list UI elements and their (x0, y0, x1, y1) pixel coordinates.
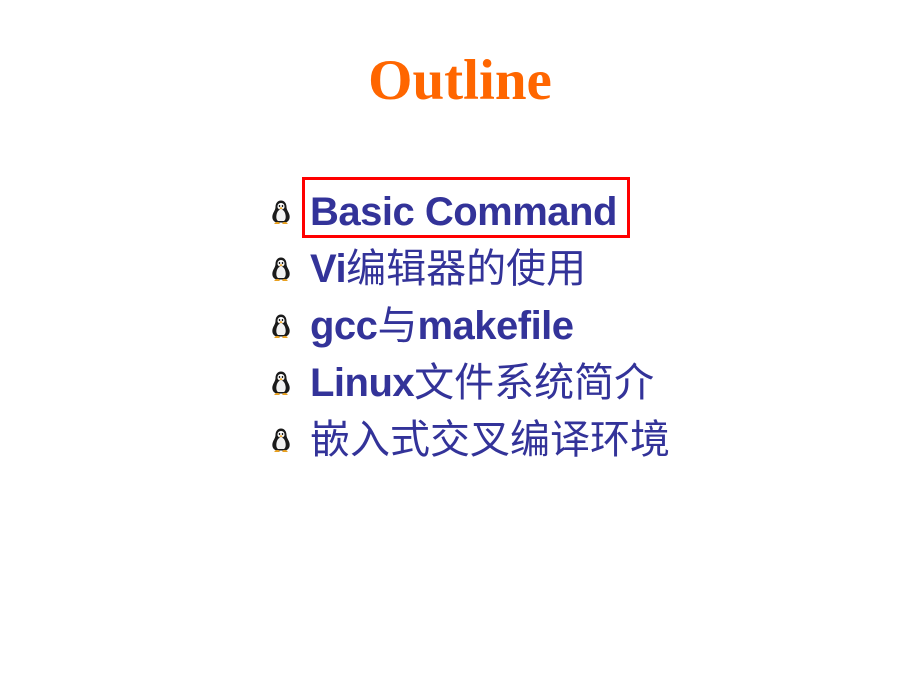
outline-item-label: 嵌入式交叉编译环境 (310, 418, 670, 462)
label-latin-prefix: gcc (310, 303, 378, 348)
outline-item-linux-filesystem[interactable]: Linux文件系统简介 (268, 354, 908, 411)
label-latin-prefix: Basic Command (310, 189, 617, 234)
linux-penguin-icon (270, 313, 292, 338)
outline-item-basic-command[interactable]: Basic Command (268, 183, 908, 240)
label-latin-prefix: Vi (310, 246, 347, 291)
presentation-slide: Outline Basic Command Vi编辑器的使用 gcc与makefil… (0, 0, 920, 690)
linux-penguin-icon (270, 370, 292, 395)
outline-item-gcc-makefile[interactable]: gcc与makefile (268, 297, 908, 354)
label-latin-prefix: Linux (310, 360, 415, 405)
label-cjk: 文件系统简介 (414, 359, 655, 406)
label-cjk: 嵌入式交叉编译环境 (310, 416, 670, 463)
label-cjk: 编辑器的使用 (346, 245, 587, 292)
outline-item-label: gcc与makefile (310, 304, 574, 348)
outline-item-label: Linux文件系统简介 (310, 361, 654, 405)
label-cjk: 与 (377, 302, 418, 349)
linux-penguin-icon (270, 256, 292, 281)
outline-item-vi-editor[interactable]: Vi编辑器的使用 (268, 240, 908, 297)
linux-penguin-icon (270, 427, 292, 452)
linux-penguin-icon (270, 199, 292, 224)
page-title: Outline (368, 49, 552, 112)
outline-list: Basic Command Vi编辑器的使用 gcc与makefile Linux文件… (268, 183, 908, 468)
outline-item-embedded-cross-compile[interactable]: 嵌入式交叉编译环境 (268, 411, 908, 468)
outline-item-label: Basic Command (310, 190, 617, 234)
outline-item-label: Vi编辑器的使用 (310, 247, 586, 291)
label-latin-suffix: makefile (417, 303, 574, 348)
